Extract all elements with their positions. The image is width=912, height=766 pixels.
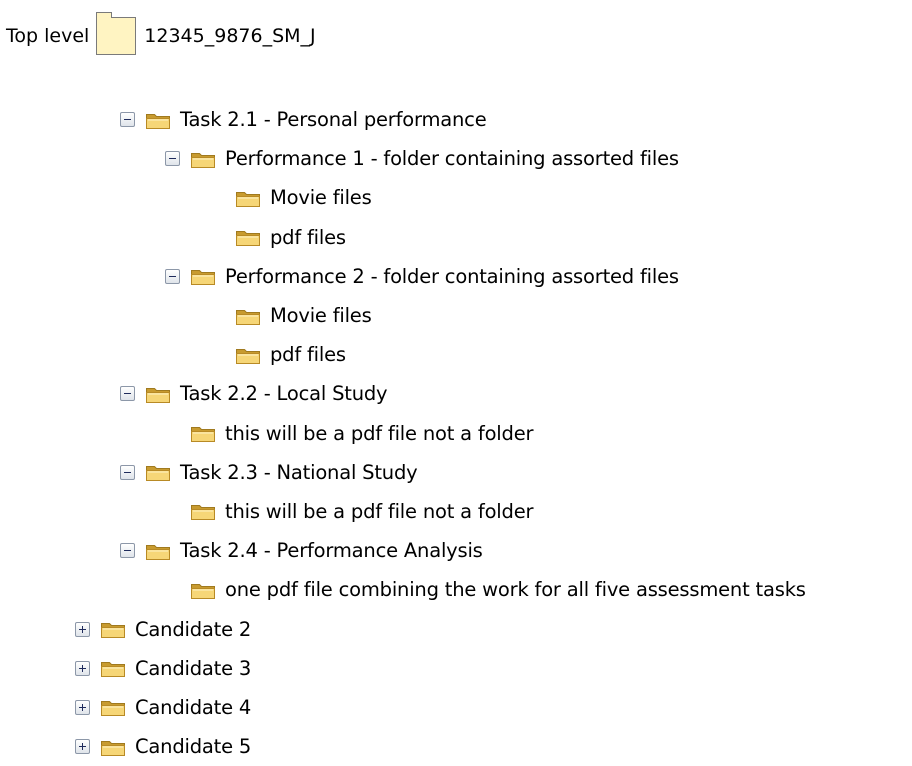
tree-row[interactable]: Task 2.1 - Personal performance xyxy=(0,100,912,139)
folder-icon xyxy=(100,658,126,678)
tree-item-label: Task 2.3 - National Study xyxy=(180,460,418,484)
tree-row[interactable]: this will be a pdf file not a folder xyxy=(0,492,912,531)
tree-item-label: Performance 1 - folder containing assort… xyxy=(225,147,679,171)
tree-row[interactable]: Candidate 3 xyxy=(0,649,912,688)
tree-row[interactable]: pdf files xyxy=(0,218,912,257)
tree-item-label: Performance 2 - folder containing assort… xyxy=(225,264,679,288)
folder-icon xyxy=(100,697,126,717)
folder-icon xyxy=(100,737,126,757)
tree-item-label: one pdf file combining the work for all … xyxy=(225,578,806,602)
plus-box-icon[interactable] xyxy=(75,621,90,637)
tree-row[interactable]: Performance 2 - folder containing assort… xyxy=(0,257,912,296)
tree-item-label: this will be a pdf file not a folder xyxy=(225,499,534,523)
folder-tree: Task 2.1 - Personal performance Performan… xyxy=(0,100,912,766)
tree-row[interactable]: Task 2.4 - Performance Analysis xyxy=(0,531,912,570)
folder-icon xyxy=(100,619,126,639)
tree-item-label: Candidate 2 xyxy=(135,617,252,641)
tree-item-label: pdf files xyxy=(270,225,346,249)
minus-box-icon[interactable] xyxy=(120,464,135,480)
tree-item-label: Task 2.4 - Performance Analysis xyxy=(180,539,483,563)
tree-item-label: Candidate 4 xyxy=(135,695,252,719)
tree-row[interactable]: Performance 1 - folder containing assort… xyxy=(0,139,912,178)
tree-row[interactable]: this will be a pdf file not a folder xyxy=(0,414,912,453)
tree-row[interactable]: pdf files xyxy=(0,335,912,374)
plus-box-icon[interactable] xyxy=(75,660,90,676)
top-level-folder-name[interactable]: 12345_9876_SM_J xyxy=(144,25,315,47)
folder-icon xyxy=(190,149,216,169)
tree-item-label: Movie files xyxy=(270,304,372,328)
minus-box-icon[interactable] xyxy=(120,112,135,128)
tree-row[interactable]: Candidate 5 xyxy=(0,727,912,766)
folder-icon xyxy=(235,306,261,326)
top-level-header: Top level 12345_9876_SM_J xyxy=(6,12,316,58)
folder-icon xyxy=(235,227,261,247)
tree-item-label: Movie files xyxy=(270,186,372,210)
minus-box-icon[interactable] xyxy=(120,386,135,402)
tree-row[interactable]: Task 2.2 - Local Study xyxy=(0,374,912,413)
folder-icon xyxy=(145,110,171,130)
tree-item-label: this will be a pdf file not a folder xyxy=(225,421,534,445)
tree-row[interactable]: Movie files xyxy=(0,296,912,335)
tree-row[interactable]: Candidate 2 xyxy=(0,609,912,648)
folder-icon xyxy=(190,423,216,443)
tree-row[interactable]: Task 2.3 - National Study xyxy=(0,453,912,492)
tree-row[interactable]: Candidate 4 xyxy=(0,688,912,727)
tree-item-label: Candidate 5 xyxy=(135,735,252,759)
tree-item-label: Candidate 3 xyxy=(135,656,252,680)
folder-icon xyxy=(190,580,216,600)
minus-box-icon[interactable] xyxy=(165,268,180,284)
tree-row[interactable]: one pdf file combining the work for all … xyxy=(0,570,912,609)
plus-box-icon[interactable] xyxy=(75,739,90,755)
tree-item-label: Task 2.2 - Local Study xyxy=(180,382,388,406)
folder-icon[interactable] xyxy=(96,12,137,55)
minus-box-icon[interactable] xyxy=(120,543,135,559)
tree-item-label: Task 2.1 - Personal performance xyxy=(180,108,487,132)
folder-icon xyxy=(145,541,171,561)
tree-row[interactable]: Movie files xyxy=(0,178,912,217)
folder-icon xyxy=(235,345,261,365)
folder-icon xyxy=(190,266,216,286)
plus-box-icon[interactable] xyxy=(75,699,90,715)
folder-icon xyxy=(235,188,261,208)
folder-icon xyxy=(145,384,171,404)
tree-item-label: pdf files xyxy=(270,343,346,367)
minus-box-icon[interactable] xyxy=(165,151,180,167)
folder-icon xyxy=(190,501,216,521)
top-level-label: Top level xyxy=(6,25,90,47)
folder-icon xyxy=(145,462,171,482)
